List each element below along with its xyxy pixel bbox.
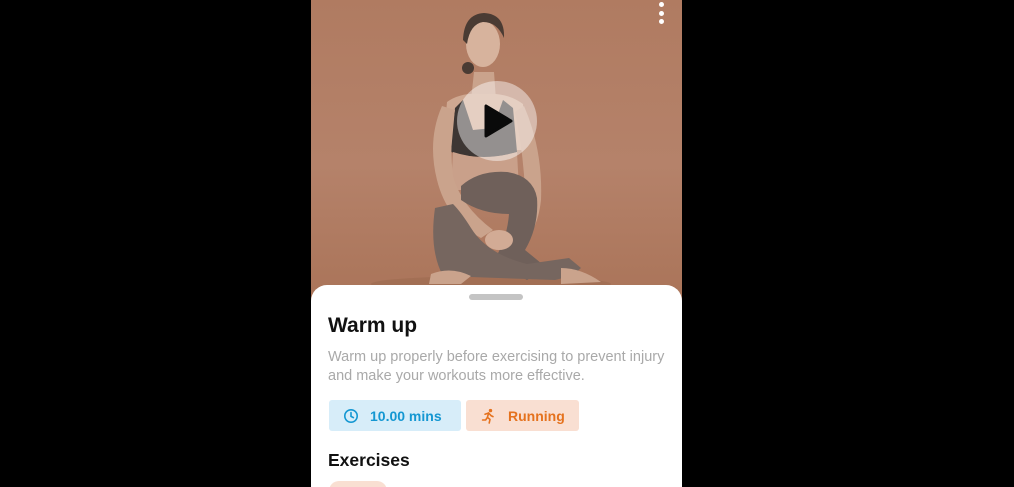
category-badge: Running <box>466 400 579 431</box>
exercises-heading: Exercises <box>328 450 410 470</box>
more-options-button[interactable] <box>654 0 668 26</box>
workout-video-thumbnail[interactable] <box>311 0 682 300</box>
more-icon-dot <box>658 10 664 16</box>
drag-handle[interactable] <box>469 294 523 300</box>
category-label: Running <box>508 407 565 424</box>
more-icon-dot <box>658 19 664 24</box>
duration-label: 10.00 mins <box>370 407 442 424</box>
running-icon <box>481 408 494 424</box>
workout-details-sheet: Warm up Warm up properly before exercisi… <box>311 285 682 487</box>
workout-description: Warm up properly before exercising to pr… <box>328 349 665 384</box>
exercise-chip[interactable] <box>329 481 387 487</box>
play-icon <box>484 104 513 138</box>
more-vertical-icon <box>658 2 664 7</box>
duration-badge: 10.00 mins <box>329 400 461 431</box>
play-button[interactable] <box>457 81 537 161</box>
phone-screen: Warm up Warm up properly before exercisi… <box>311 0 682 487</box>
workout-title: Warm up <box>328 314 418 337</box>
clock-icon <box>344 408 358 423</box>
